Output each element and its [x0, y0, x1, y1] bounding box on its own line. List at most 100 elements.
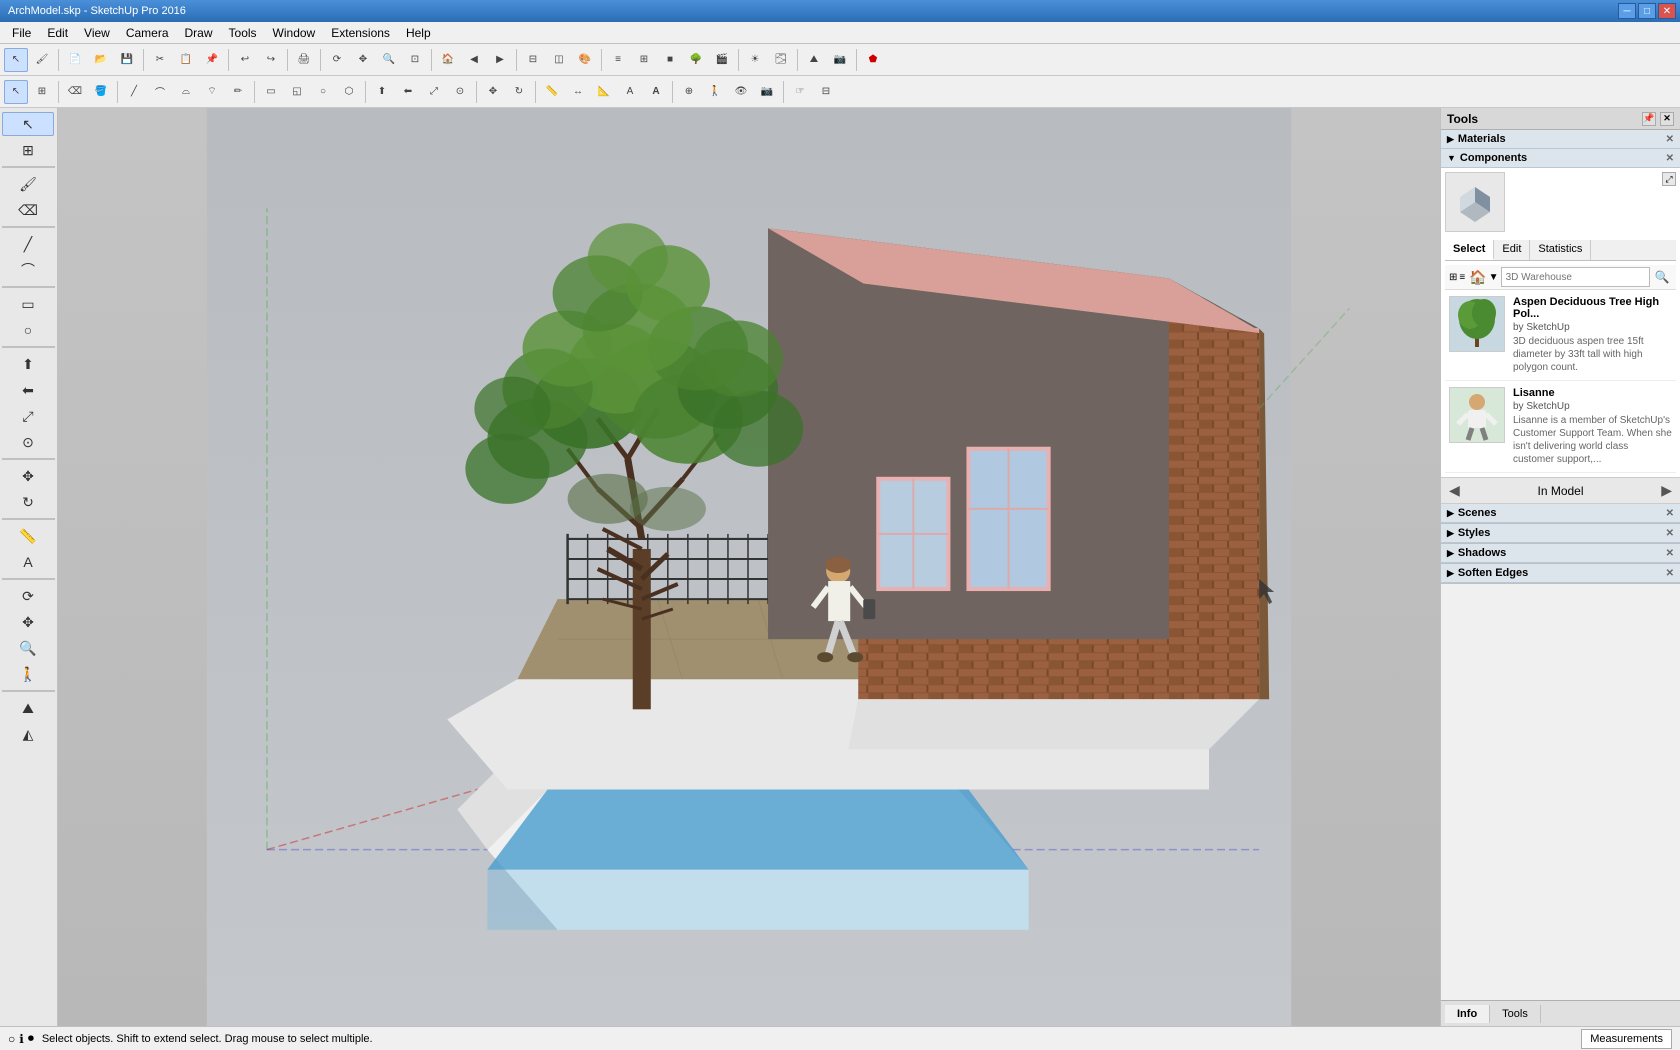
scenes-close-button[interactable]: ✕ — [1666, 508, 1674, 519]
nav-chevron-icon[interactable]: ▼ — [1489, 272, 1499, 283]
warehouse-search-button[interactable]: 🔍 — [1652, 267, 1672, 287]
interact-button[interactable]: ☞ — [788, 80, 812, 104]
component-tool-button[interactable]: ⊞ — [30, 80, 54, 104]
section-cut-button[interactable]: ⊟ — [814, 80, 838, 104]
push-pull-button[interactable]: ⬆ — [370, 80, 394, 104]
home-view-button[interactable]: 🏠 — [436, 48, 460, 72]
display-mode-button[interactable]: ◫ — [547, 48, 571, 72]
menu-item-extensions[interactable]: Extensions — [323, 24, 398, 42]
sandbox2-side-button[interactable]: ◭ — [2, 722, 54, 746]
shadows-button[interactable]: ☀ — [743, 48, 767, 72]
follow-me-button[interactable]: ⬅ — [396, 80, 420, 104]
protractor-button[interactable]: 📐 — [592, 80, 616, 104]
canvas-area[interactable] — [58, 108, 1440, 1026]
pan-side-button[interactable]: ✥ — [2, 610, 54, 634]
in-model-prev-button[interactable]: ◀ — [1449, 482, 1460, 499]
look-button[interactable]: 👁 — [729, 80, 753, 104]
ruby-console-button[interactable]: ⬟ — [861, 48, 885, 72]
position-camera-button[interactable]: 📷 — [755, 80, 779, 104]
rectangle-side-button[interactable]: ▭ — [2, 292, 54, 316]
expand-components-button[interactable]: ⤢ — [1662, 172, 1676, 186]
scale-button[interactable]: ⤢ — [422, 80, 446, 104]
eraser-side-button[interactable]: ⌫ — [2, 198, 54, 222]
zoom-side-button[interactable]: 🔍 — [2, 636, 54, 660]
walk-side-button[interactable]: 🚶 — [2, 662, 54, 686]
text-button[interactable]: A — [618, 80, 642, 104]
line-side-button[interactable]: ╱ — [2, 232, 54, 256]
print-button[interactable]: 🖨 — [292, 48, 316, 72]
freehand-button[interactable]: ✏ — [226, 80, 250, 104]
materials-close-button[interactable]: ✕ — [1666, 134, 1674, 145]
select-tool2-button[interactable]: ↖ — [4, 80, 28, 104]
rectangle-tool-button[interactable]: ▭ — [259, 80, 283, 104]
grid-view-icon[interactable]: ⊞ — [1449, 272, 1457, 283]
list-view-icon[interactable]: ≡ — [1459, 272, 1465, 283]
tape-measure-button[interactable]: 📏 — [540, 80, 564, 104]
rotate-side-button[interactable]: ↻ — [2, 490, 54, 514]
materials-section-header[interactable]: ▶ Materials ✕ — [1441, 130, 1680, 149]
cut-button[interactable]: ✂ — [148, 48, 172, 72]
follow-me-side-button[interactable]: ⬅ — [2, 378, 54, 402]
pan-button[interactable]: ✥ — [351, 48, 375, 72]
orbit-button[interactable]: ⟳ — [325, 48, 349, 72]
outliner-button[interactable]: 🌳 — [684, 48, 708, 72]
status-icon-1[interactable]: ○ — [8, 1032, 15, 1046]
menu-item-help[interactable]: Help — [398, 24, 439, 42]
zoom-extents-button[interactable]: ⊡ — [403, 48, 427, 72]
open-file-button[interactable]: 📂 — [89, 48, 113, 72]
layers-button[interactable]: ≡ — [606, 48, 630, 72]
tab-select[interactable]: Select — [1445, 240, 1494, 260]
tab-edit[interactable]: Edit — [1494, 240, 1530, 260]
polygon-tool-button[interactable]: ⬡ — [337, 80, 361, 104]
offset-side-button[interactable]: ⊙ — [2, 430, 54, 454]
menu-item-file[interactable]: File — [4, 24, 39, 42]
list-item[interactable]: Lisanne by SketchUp Lisanne is a member … — [1445, 381, 1676, 473]
arc-tool-button[interactable]: ⌒ — [148, 80, 172, 104]
shadows-section-header[interactable]: ▶ Shadows ✕ — [1441, 544, 1680, 563]
3d-text-button[interactable]: A — [644, 80, 668, 104]
line-tool-button[interactable]: ╱ — [122, 80, 146, 104]
maximize-button[interactable]: □ — [1638, 3, 1656, 19]
circle-side-button[interactable]: ○ — [2, 318, 54, 342]
undo-button[interactable]: ↩ — [233, 48, 257, 72]
components-button[interactable]: ⊞ — [632, 48, 656, 72]
next-view-button[interactable]: ▶ — [488, 48, 512, 72]
minimize-button[interactable]: ─ — [1618, 3, 1636, 19]
warehouse-search-input[interactable] — [1501, 267, 1650, 287]
arc-side-button[interactable]: ⌒ — [2, 258, 54, 282]
scale-side-button[interactable]: ⤢ — [2, 404, 54, 428]
rotated-rect-button[interactable]: ◱ — [285, 80, 309, 104]
styles-button[interactable]: 🎨 — [573, 48, 597, 72]
styles-section-header[interactable]: ▶ Styles ✕ — [1441, 524, 1680, 543]
offset-button[interactable]: ⊙ — [448, 80, 472, 104]
push-pull-side-button[interactable]: ⬆ — [2, 352, 54, 376]
menu-item-edit[interactable]: Edit — [39, 24, 76, 42]
component-side-button[interactable]: ⊞ — [2, 138, 54, 162]
copy-button[interactable]: 📋 — [174, 48, 198, 72]
axes-button[interactable]: ⊕ — [677, 80, 701, 104]
styles-close-button[interactable]: ✕ — [1666, 528, 1674, 539]
list-item[interactable]: Aspen Deciduous Tree High Pol... by Sket… — [1445, 290, 1676, 381]
paint-tool-button[interactable]: 🖌 — [30, 48, 54, 72]
components-close-button[interactable]: ✕ — [1666, 153, 1674, 164]
orbit-side-button[interactable]: ⟳ — [2, 584, 54, 608]
text-side-button[interactable]: A — [2, 550, 54, 574]
select-side-button[interactable]: ↖ — [2, 112, 54, 136]
tab-statistics[interactable]: Statistics — [1530, 240, 1591, 260]
menu-item-tools[interactable]: Tools — [221, 24, 265, 42]
tab-info[interactable]: Info — [1445, 1005, 1490, 1023]
dimension-button[interactable]: ↔ — [566, 80, 590, 104]
zoom-button[interactable]: 🔍 — [377, 48, 401, 72]
move-side-button[interactable]: ✥ — [2, 464, 54, 488]
close-button[interactable]: ✕ — [1658, 3, 1676, 19]
previous-view-button[interactable]: ◀ — [462, 48, 486, 72]
materials-button[interactable]: ■ — [658, 48, 682, 72]
menu-item-window[interactable]: Window — [265, 24, 324, 42]
sandbox-button[interactable]: ⛰ — [802, 48, 826, 72]
pin-button[interactable]: 📌 — [1642, 112, 1656, 126]
components-section-header[interactable]: ▼ Components ✕ — [1441, 149, 1680, 168]
in-model-next-button[interactable]: ▶ — [1661, 482, 1672, 499]
redo-button[interactable]: ↪ — [259, 48, 283, 72]
paint-bucket-button[interactable]: 🪣 — [89, 80, 113, 104]
shadows-close-button[interactable]: ✕ — [1666, 548, 1674, 559]
